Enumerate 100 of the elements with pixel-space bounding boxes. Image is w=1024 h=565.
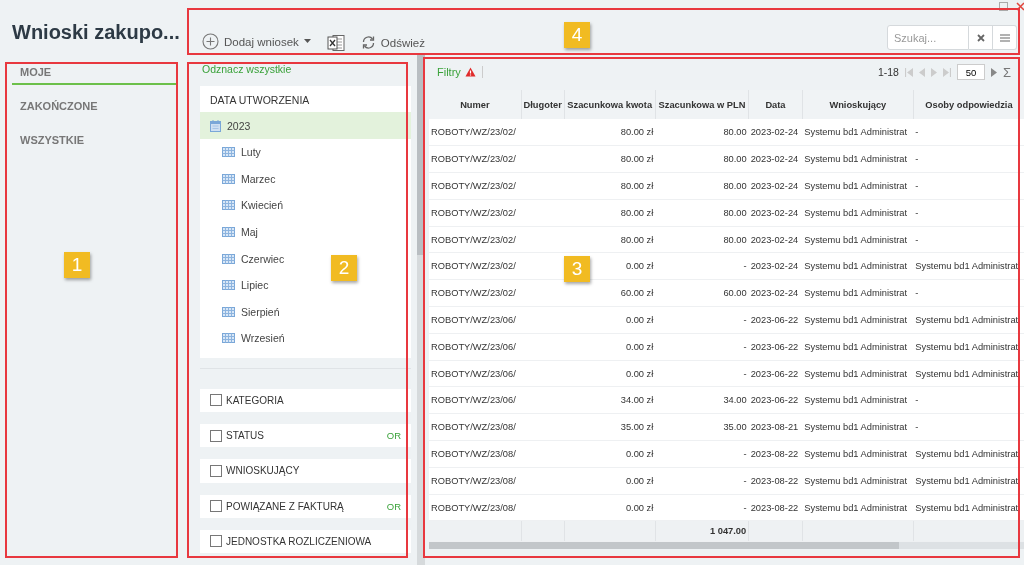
menu-button[interactable] <box>993 25 1017 50</box>
scrollbar[interactable] <box>417 55 425 565</box>
table-cell: 2023-06-22 <box>748 360 803 387</box>
tree-item[interactable]: 2023 <box>210 119 251 132</box>
table-cell: 0.00 zł <box>564 467 656 495</box>
column-header[interactable]: Data <box>748 90 803 119</box>
table-cell: 2023-02-24 <box>748 172 803 200</box>
table-cell: Systemu bd1 Administrat <box>802 360 914 387</box>
checkbox[interactable] <box>210 429 222 442</box>
table-cell: ROBOTY/WZ/23/02/ <box>429 226 522 253</box>
table-cell: Systemu bd1 Administrat <box>802 145 914 173</box>
maximize-icon[interactable] <box>999 2 1008 11</box>
table-cell: - <box>913 386 1024 414</box>
page-size-field[interactable]: 50 <box>956 64 985 80</box>
column-header[interactable]: Długoter <box>521 90 565 119</box>
operator-label: OR <box>386 500 402 512</box>
table-cell: 2023-08-22 <box>748 494 803 521</box>
table-cell: 2023-02-24 <box>748 145 803 173</box>
filter-row[interactable]: KATEGORIA <box>200 388 412 412</box>
column-header[interactable]: Osoby odpowiedzia <box>913 90 1024 119</box>
table-cell: 2023-02-24 <box>748 119 803 146</box>
nav-tab[interactable]: ZAKOŃCZONE <box>12 96 176 119</box>
table-cell: 34.00 zł <box>564 386 656 414</box>
table-cell: Systemu bd1 Administrat <box>802 253 914 280</box>
nav-tab[interactable]: MOJE <box>12 62 176 85</box>
tree-item[interactable]: Lipiec <box>222 279 269 292</box>
table-cell: ROBOTY/WZ/23/02/ <box>429 145 522 173</box>
table-cell: Systemu bd1 Administrat <box>913 467 1024 495</box>
table-cell: 80.00 zł <box>564 199 656 227</box>
close-icon <box>976 33 985 42</box>
filter-label: KATEGORIA <box>226 394 285 406</box>
sum-button[interactable]: Σ <box>1002 64 1011 80</box>
table-cell: - <box>655 306 749 334</box>
table-cell: 2023-06-22 <box>748 333 803 361</box>
checkbox[interactable] <box>210 535 222 548</box>
tree-item[interactable]: Luty <box>222 146 261 159</box>
table-cell: ROBOTY/WZ/23/02/ <box>429 119 522 146</box>
checkbox[interactable] <box>210 464 222 477</box>
column-header[interactable]: Wnioskujący <box>802 90 914 119</box>
scrollbar-thumb[interactable] <box>417 55 425 255</box>
filter-row[interactable]: JEDNOSTKA ROZLICZENIOWA <box>200 529 412 553</box>
column-header[interactable]: Numer <box>429 90 522 119</box>
calendar-grid-icon <box>222 147 235 158</box>
table-cell: Systemu bd1 Administrat <box>802 413 914 441</box>
refresh-icon <box>360 35 376 50</box>
table-cell: 80.00 <box>655 172 749 200</box>
refresh-button[interactable]: Odśwież <box>358 33 427 52</box>
calendar-grid-icon <box>222 200 235 211</box>
table-cell: 80.00 <box>655 199 749 227</box>
tree-item[interactable]: Marzec <box>222 172 276 185</box>
play-icon[interactable] <box>990 67 997 77</box>
table-cell: ROBOTY/WZ/23/08/ <box>429 467 522 495</box>
table-cell: 2023-02-24 <box>748 253 803 280</box>
filter-label: JEDNOSTKA ROZLICZENIOWA <box>226 535 373 547</box>
table-cell: Systemu bd1 Administrat <box>913 440 1024 468</box>
table-cell: - <box>655 494 749 521</box>
table-cell: Systemu bd1 Administrat <box>913 253 1024 280</box>
filter-row[interactable]: POWIĄZANE Z FAKTURĄ OR <box>200 494 412 518</box>
tree-item[interactable]: Kwiecień <box>222 199 284 212</box>
table-cell: 60.00 <box>655 279 749 307</box>
table-cell: 2023-02-24 <box>748 199 803 227</box>
table-cell: - <box>913 119 1024 146</box>
tree-item[interactable]: Maj <box>222 226 258 239</box>
table-cell: ROBOTY/WZ/23/06/ <box>429 360 522 387</box>
table-cell: 2023-08-21 <box>748 413 803 441</box>
nav-tab[interactable]: WSZYSTKIE <box>12 130 176 153</box>
caret-icon <box>303 39 311 44</box>
checkbox[interactable] <box>210 394 222 407</box>
search-field[interactable]: Szukaj... <box>887 25 969 50</box>
column-header[interactable]: Szacunkowa w PLN <box>655 90 749 119</box>
tree-item[interactable]: Wrzesień <box>222 332 285 345</box>
table-cell: ROBOTY/WZ/23/08/ <box>429 440 522 468</box>
excel-export-icon[interactable] <box>326 34 345 52</box>
table-cell: 2023-08-22 <box>748 440 803 468</box>
table-cell: ROBOTY/WZ/23/02/ <box>429 172 522 200</box>
annotation-badge: 2 <box>331 255 357 281</box>
checkbox[interactable] <box>210 500 222 513</box>
add-request-button[interactable]: Dodaj wniosek <box>200 31 313 52</box>
record-range: 1-18 <box>877 66 899 78</box>
table-cell: Systemu bd1 Administrat <box>802 226 914 253</box>
tree-item[interactable]: Czerwiec <box>222 252 285 265</box>
annotation-badge: 3 <box>564 256 590 282</box>
filter-row[interactable]: WNIOSKUJĄCY <box>200 459 412 483</box>
operator-label: OR <box>386 430 402 442</box>
scrollbar[interactable] <box>429 542 1024 550</box>
scrollbar-thumb[interactable] <box>429 542 899 550</box>
calendar-grid-icon <box>222 306 235 317</box>
table-cell: ROBOTY/WZ/23/08/ <box>429 413 522 441</box>
table-cell: ROBOTY/WZ/23/02/ <box>429 279 522 307</box>
table-cell: - <box>913 145 1024 173</box>
column-header[interactable]: Szacunkowa kwota <box>564 90 656 119</box>
table-cell: Systemu bd1 Administrat <box>913 360 1024 387</box>
filter-row[interactable]: STATUS OR <box>200 424 412 448</box>
table-cell: 0.00 zł <box>564 306 656 334</box>
close-icon[interactable] <box>1016 2 1024 11</box>
table-cell: 35.00 <box>655 413 749 441</box>
table-cell: - <box>655 440 749 468</box>
filter-label: POWIĄZANE Z FAKTURĄ <box>226 500 345 512</box>
tree-item[interactable]: Sierpień <box>222 305 280 318</box>
clear-search-button[interactable] <box>969 25 993 50</box>
